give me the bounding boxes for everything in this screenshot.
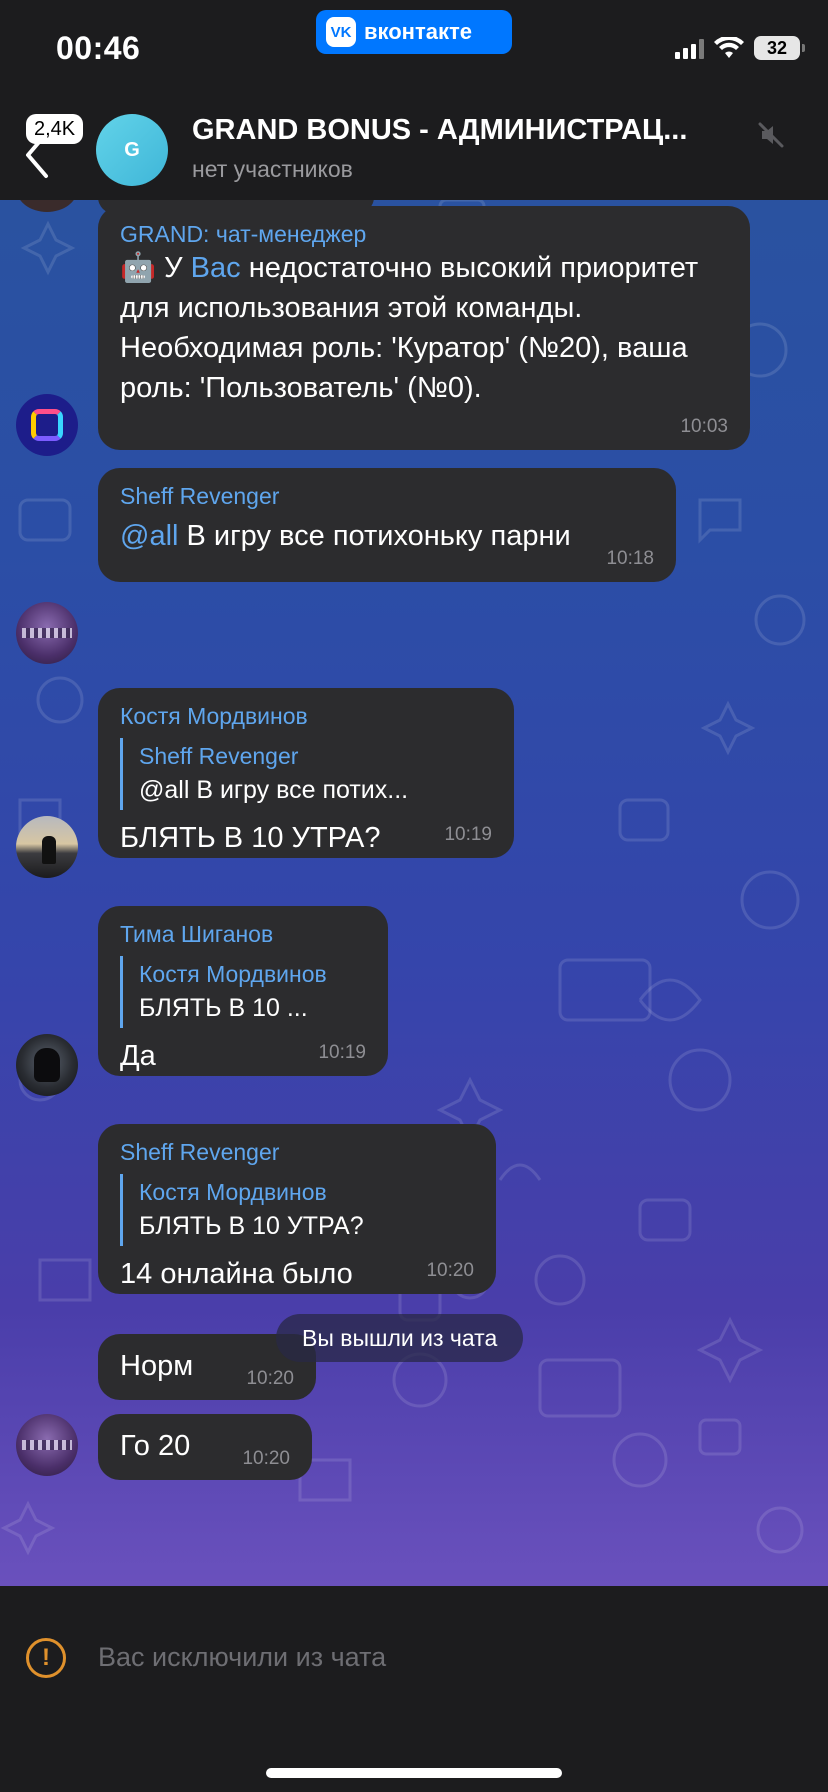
message-sender[interactable]: Костя Мордвинов <box>120 702 492 730</box>
avatar-tima[interactable] <box>16 1034 78 1096</box>
message-time: 10:03 <box>680 416 728 437</box>
avatar-sheff-revenger[interactable] <box>16 602 78 664</box>
warning-icon: ! <box>26 1638 66 1678</box>
message-text-rest: В игру все потихоньку парни <box>178 520 571 552</box>
bot-logo-icon <box>31 409 63 441</box>
vk-logo-icon: VK <box>326 17 356 47</box>
reply-quote[interactable]: Костя Мордвинов БЛЯТЬ В 10 ... <box>120 956 366 1028</box>
battery-icon: 32 <box>754 36 805 60</box>
chat-subtitle: нет участников <box>192 156 353 182</box>
message-sender[interactable]: Sheff Revenger <box>120 1138 474 1166</box>
wifi-icon <box>714 37 744 58</box>
system-icons: 32 <box>675 36 805 60</box>
message-time: 10:20 <box>246 1368 294 1389</box>
reply-author: Sheff Revenger <box>139 743 299 769</box>
chat-title[interactable]: GRAND BONUS - АДМИНИСТРАЦ... <box>192 114 752 147</box>
reply-quote[interactable]: Костя Мордвинов БЛЯТЬ В 10 УТРА? <box>120 1174 474 1246</box>
message-bubble[interactable]: Тима Шиганов Костя Мордвинов БЛЯТЬ В 10 … <box>98 906 388 1076</box>
message-text: @all В игру все потихоньку парни <box>120 516 654 556</box>
avatar-chat-manager[interactable] <box>16 394 78 456</box>
message-time: 10:18 <box>606 548 654 569</box>
reply-author: Костя Мордвинов <box>139 1179 327 1205</box>
avatar-kostya[interactable] <box>16 816 78 878</box>
unread-count-badge: 2,4K <box>26 114 84 144</box>
vk-app-label: вконтакте <box>364 19 473 44</box>
message-text-start: 🤖 У <box>120 252 191 284</box>
mention-link[interactable]: @all <box>120 520 178 552</box>
reply-author: Костя Мордвинов <box>139 961 327 987</box>
status-bar: 00:46 VK вконтакте 32 <box>0 0 828 98</box>
home-indicator[interactable] <box>266 1768 562 1778</box>
chat-messages-area[interactable]: GRAND: чат-менеджер 🤖 У Вас недостаточно… <box>0 200 828 1586</box>
composer-disabled-bar: ! Вас исключили из чата <box>0 1586 828 1792</box>
message-bubble[interactable]: Sheff Revenger @all В игру все потихоньк… <box>98 468 676 582</box>
reply-quote[interactable]: Sheff Revenger @all В игру все потих... <box>120 738 492 810</box>
message-text: 🤖 У Вас недостаточно высокий приоритет д… <box>120 248 728 408</box>
system-notice: Вы вышли из чата <box>276 1314 524 1362</box>
message-text: БЛЯТЬ В 10 УТРА? <box>120 822 381 854</box>
message-bubble[interactable]: Го 20 10:20 <box>98 1414 312 1480</box>
cellular-signal-icon <box>675 37 704 59</box>
message-time: 10:20 <box>242 1448 290 1469</box>
message-bubble[interactable]: Костя Мордвинов Sheff Revenger @all В иг… <box>98 688 514 858</box>
reply-text: БЛЯТЬ В 10 ... <box>139 994 308 1022</box>
message-bubble[interactable]: Sheff Revenger Костя Мордвинов БЛЯТЬ В 1… <box>98 1124 496 1294</box>
kicked-status-text: Вас исключили из чата <box>98 1642 387 1672</box>
message-sender[interactable]: GRAND: чат-менеджер <box>120 220 728 248</box>
message-time: 10:19 <box>318 1042 366 1063</box>
vk-app-badge[interactable]: VK вконтакте <box>316 10 512 54</box>
message-time: 10:19 <box>444 824 492 845</box>
muted-icon <box>758 122 784 148</box>
chat-header: 2,4K G GRAND BONUS - АДМИНИСТРАЦ... нет … <box>0 98 828 200</box>
group-avatar[interactable]: G <box>96 114 168 186</box>
message-sender[interactable]: Тима Шиганов <box>120 920 366 948</box>
reply-text: БЛЯТЬ В 10 УТРА? <box>139 1212 364 1240</box>
mention-link[interactable]: Вас <box>191 252 241 284</box>
reply-text: @all В игру все потих... <box>139 776 409 804</box>
message-bubble[interactable]: GRAND: чат-менеджер 🤖 У Вас недостаточно… <box>98 206 750 450</box>
message-text: 14 онлайна было <box>120 1258 353 1290</box>
status-time: 00:46 <box>56 30 141 66</box>
avatar-sheff-revenger[interactable] <box>16 1414 78 1476</box>
message-time: 10:20 <box>426 1260 474 1281</box>
message-sender[interactable]: Sheff Revenger <box>120 482 654 510</box>
